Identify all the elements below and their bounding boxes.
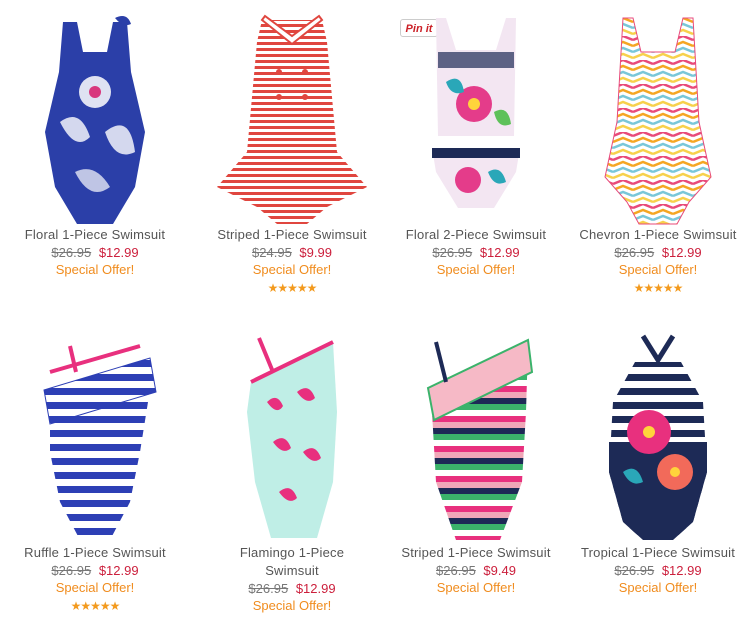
product-name[interactable]: Flamingo 1-Piece Swimsuit xyxy=(200,544,384,580)
sale-price: $12.99 xyxy=(98,245,139,260)
product-card[interactable]: Floral 2-Piece Swimsuit $26.95 $12.99 Sp… xyxy=(384,12,568,278)
sale-price: $12.99 xyxy=(479,245,520,260)
product-name[interactable]: Floral 1-Piece Swimsuit xyxy=(3,226,187,244)
special-offer-link[interactable]: Special Offer! xyxy=(3,579,187,596)
sale-price: $12.99 xyxy=(661,245,702,260)
price-row: $26.95 $12.99 xyxy=(3,244,187,261)
rating-stars: ★★★★★ xyxy=(267,281,318,295)
original-price: $26.95 xyxy=(436,563,476,578)
original-price: $26.95 xyxy=(614,245,655,260)
original-price: $24.95 xyxy=(252,245,292,260)
product-image[interactable] xyxy=(416,332,536,544)
sale-price: $9.49 xyxy=(483,563,516,578)
product-image[interactable] xyxy=(593,12,723,226)
price-row: $26.95 $12.99 xyxy=(566,562,750,579)
price-row: $26.95 $12.99 xyxy=(3,562,187,579)
product-name-line1: Flamingo 1-Piece xyxy=(239,545,345,560)
original-price: $26.95 xyxy=(432,245,473,260)
product-name[interactable]: Tropical 1-Piece Swimsuit xyxy=(566,544,750,562)
product-name[interactable]: Chevron 1-Piece Swimsuit xyxy=(566,226,750,244)
original-price: $26.95 xyxy=(51,245,92,260)
product-image[interactable] xyxy=(237,332,347,544)
original-price: $26.95 xyxy=(248,581,289,596)
original-price: $26.95 xyxy=(51,563,92,578)
rating-stars: ★★★★★ xyxy=(633,281,684,295)
sale-price: $9.99 xyxy=(299,245,332,260)
price-row: $24.95 $9.99 xyxy=(200,244,384,261)
product-image[interactable] xyxy=(416,12,536,226)
product-image[interactable] xyxy=(35,12,155,226)
price-row: $26.95 $12.99 xyxy=(200,580,384,597)
sale-price: $12.99 xyxy=(295,581,336,596)
product-name[interactable]: Ruffle 1-Piece Swimsuit xyxy=(3,544,187,562)
special-offer-link[interactable]: Special Offer! xyxy=(200,261,384,278)
product-image[interactable] xyxy=(603,332,713,544)
product-card[interactable]: Tropical 1-Piece Swimsuit $26.95 $12.99 … xyxy=(566,332,750,596)
special-offer-link[interactable]: Special Offer! xyxy=(384,579,568,596)
special-offer-link[interactable]: Special Offer! xyxy=(384,261,568,278)
product-name[interactable]: Striped 1-Piece Swimsuit xyxy=(200,226,384,244)
product-card[interactable]: Striped 1-Piece Swimsuit $26.95 $9.49 Sp… xyxy=(384,332,568,596)
special-offer-link[interactable]: Special Offer! xyxy=(566,261,750,278)
sale-price: $12.99 xyxy=(661,563,702,578)
product-card[interactable]: Chevron 1-Piece Swimsuit $26.95 $12.99 S… xyxy=(566,12,750,297)
product-image[interactable] xyxy=(207,12,377,226)
product-name[interactable]: Floral 2-Piece Swimsuit xyxy=(384,226,568,244)
sale-price: $12.99 xyxy=(98,563,139,578)
price-row: $26.95 $12.99 xyxy=(566,244,750,261)
price-row: $26.95 $9.49 xyxy=(384,562,568,579)
special-offer-link[interactable]: Special Offer! xyxy=(200,597,384,614)
original-price: $26.95 xyxy=(614,563,655,578)
price-row: $26.95 $12.99 xyxy=(384,244,568,261)
special-offer-link[interactable]: Special Offer! xyxy=(3,261,187,278)
product-image[interactable] xyxy=(30,332,160,544)
special-offer-link[interactable]: Special Offer! xyxy=(566,579,750,596)
product-card[interactable]: Ruffle 1-Piece Swimsuit $26.95 $12.99 Sp… xyxy=(3,332,187,615)
product-name-line2: Swimsuit xyxy=(265,563,319,578)
product-name[interactable]: Striped 1-Piece Swimsuit xyxy=(384,544,568,562)
product-card[interactable]: Striped 1-Piece Swimsuit $24.95 $9.99 Sp… xyxy=(200,12,384,297)
rating-stars: ★★★★★ xyxy=(70,599,121,613)
product-card[interactable]: Flamingo 1-Piece Swimsuit $26.95 $12.99 … xyxy=(200,332,384,614)
product-card[interactable]: Floral 1-Piece Swimsuit $26.95 $12.99 Sp… xyxy=(3,12,187,278)
